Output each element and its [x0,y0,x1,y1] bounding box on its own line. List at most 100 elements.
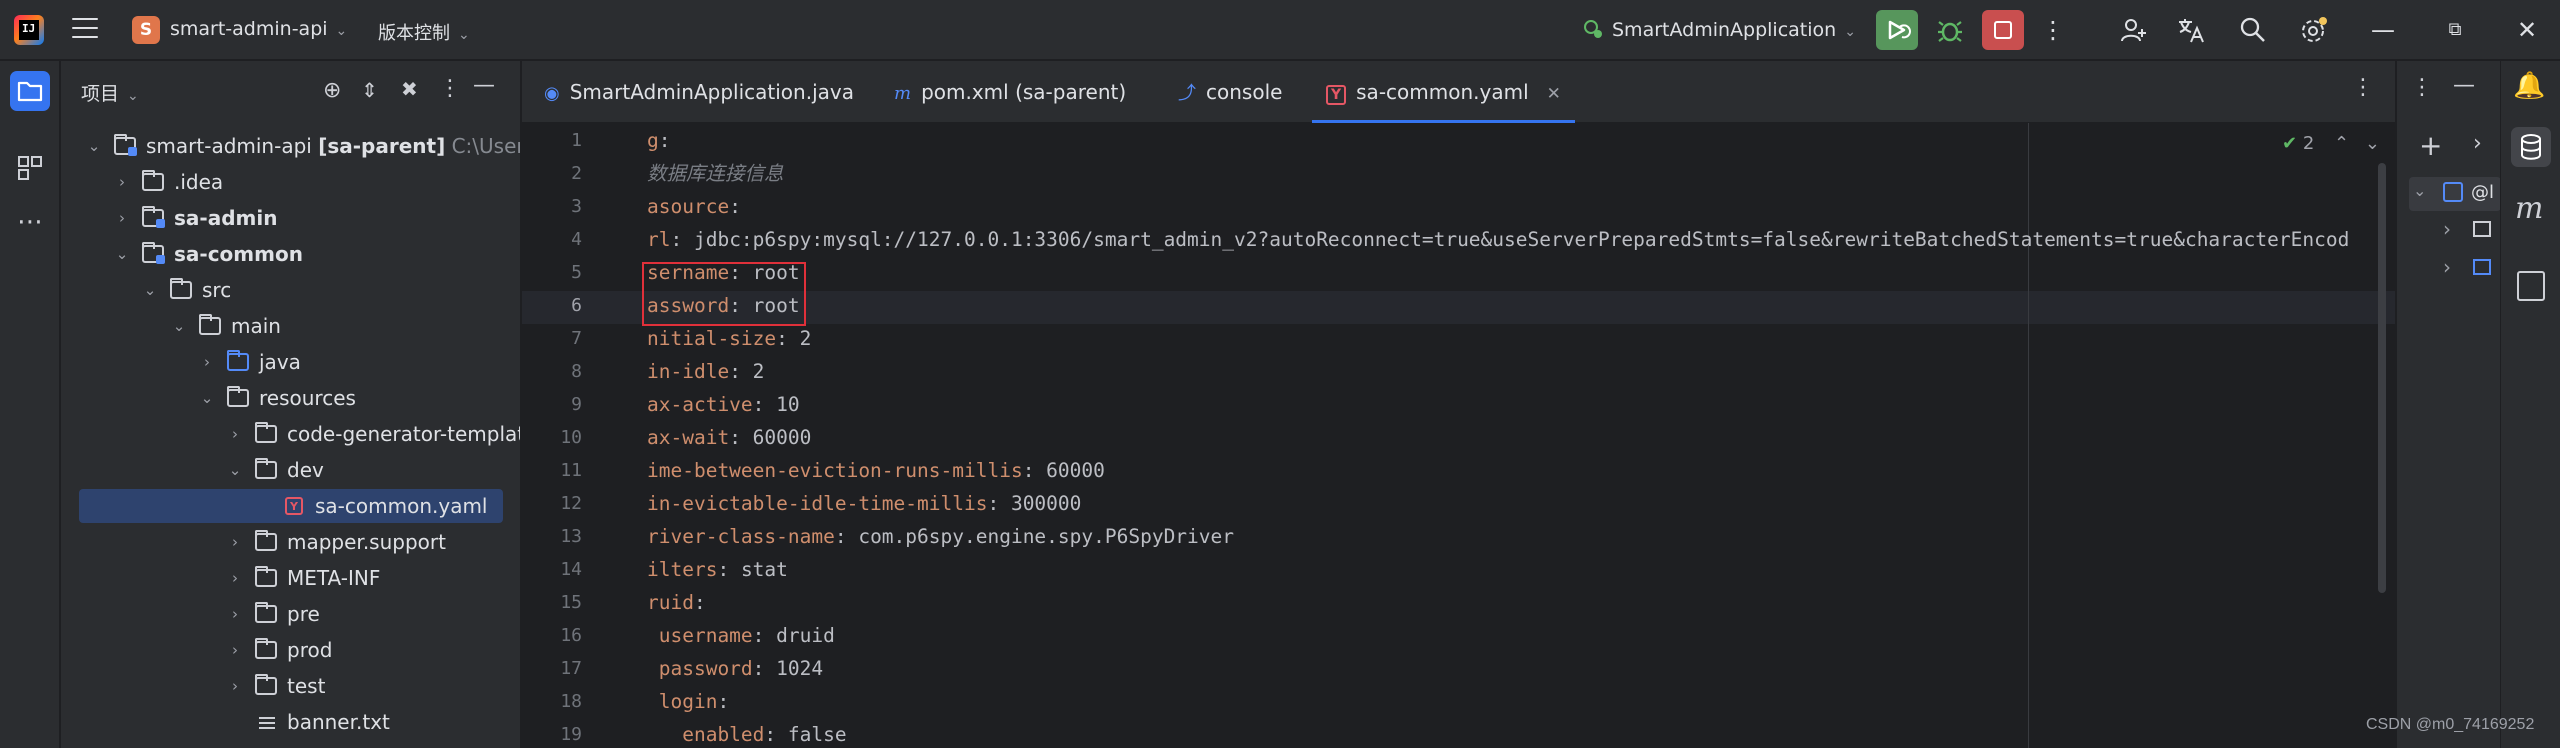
tree-item-src[interactable]: ⌄ src [61,272,520,308]
collapse-all-icon[interactable]: ✖ [401,77,418,101]
chevron-right-icon[interactable]: › [112,200,132,236]
maven-tool-icon[interactable]: m [2515,191,2543,226]
tree-item-dev[interactable]: ⌄ dev [61,452,520,488]
chevron-right-icon[interactable]: › [2443,255,2451,279]
project-badge[interactable]: S [132,16,160,44]
yaml-separator: : [670,228,694,251]
yaml-key: ax-active [647,393,753,416]
maven-icon: m [894,83,912,104]
chevron-down-icon[interactable]: ⌄ [225,452,245,488]
module-folder-icon [142,242,165,264]
minimize-icon[interactable]: — [2368,15,2398,45]
tree-item-main[interactable]: ⌄ main [61,308,520,344]
notifications-bell-icon[interactable]: 🔔 [2513,71,2545,101]
tree-item-sa-common[interactable]: ⌄ sa-common [61,236,520,272]
vcs-menu[interactable]: 版本控制 ⌄ [378,19,470,45]
ai-assistant-icon[interactable] [2517,271,2545,301]
chevron-down-icon[interactable]: ⌄ [169,308,189,344]
expand-all-icon[interactable]: ⇕ [361,78,378,102]
tab-smartadminapplication-java[interactable]: ◉ SmartAdminApplication.java [544,61,854,123]
tree-item-prod[interactable]: › prod [61,632,520,668]
tree-item-resources[interactable]: ⌄ resources [61,380,520,416]
tree-item-banner-txt[interactable]: banner.txt [61,704,520,740]
chevron-right-icon[interactable]: › [225,632,245,668]
chevron-right-icon[interactable]: › [225,416,245,452]
tab-sa-common-yaml[interactable]: Ysa-common.yaml ✕ [1312,61,1575,123]
project-tool-button[interactable] [10,71,50,111]
resources-folder-icon [227,386,249,407]
structure-tool-button[interactable] [10,147,50,187]
tree-item-sa-common-yaml[interactable]: sa-common.yaml [61,488,520,525]
tree-item-mapper-support[interactable]: › mapper.support [61,524,520,560]
left-tool-strip: ⋯ [0,61,60,748]
debug-icon[interactable] [1935,15,1965,45]
chevron-down-icon[interactable]: ⌄ [140,272,160,308]
tree-item-pre[interactable]: › pre [61,596,520,632]
chevron-right-icon[interactable]: › [225,668,245,704]
run-config-selector[interactable]: SmartAdminApplication ⌄ [1582,18,1856,41]
add-datasource-icon[interactable]: + [2419,129,2442,162]
chevron-right-icon[interactable]: › [2443,217,2451,241]
tab-options-icon[interactable]: ⋮ [2352,75,2374,100]
tree-item-sa-admin[interactable]: › sa-admin [61,200,520,236]
tree-item-java[interactable]: › java [61,344,520,380]
search-icon[interactable] [2238,15,2268,45]
datasource-row-selected[interactable]: ⌄ @l [2409,177,2500,211]
stop-button[interactable] [1982,10,2024,50]
tree-item-root[interactable]: ⌄ smart-admin-api [sa-parent] C:\Users\3… [61,128,520,164]
chevron-right-icon[interactable]: › [225,596,245,632]
hide-panel-icon[interactable]: — [2453,73,2475,98]
more-actions-icon[interactable]: ⋮ [2038,15,2068,45]
code-line: ax-wait: 60000 [647,421,811,454]
project-panel: 项目 ⌄ ⊕ ⇕ ✖ ⋮ — ⌄ smart-admin-api [sa-pare… [61,61,521,748]
chevron-down-icon[interactable]: ⌄ [197,380,217,416]
user-add-icon[interactable] [2118,15,2148,45]
tree-item-code-generator-template[interactable]: › code-generator-template [61,416,520,452]
chevron-right-icon[interactable]: › [225,560,245,596]
project-panel-header[interactable]: 项目 ⌄ [81,79,139,106]
more-tools-icon[interactable]: ⋯ [10,207,50,247]
tab-label: console [1206,80,1283,104]
restore-icon[interactable]: ⧉ [2440,15,2470,45]
locate-file-icon[interactable]: ⊕ [323,78,341,103]
yaml-key: asource [647,195,730,218]
next-highlight-icon[interactable]: ⌄ [2365,133,2380,154]
tab-label: sa-common.yaml [1356,80,1529,104]
translate-icon[interactable] [2176,15,2206,45]
database-tool-button[interactable] [2511,127,2551,167]
tree-item-test[interactable]: › test [61,668,520,704]
close-tab-icon[interactable]: ✕ [1547,84,1561,104]
main-menu-icon[interactable] [72,18,98,40]
tree-item-meta-inf[interactable]: › META-INF [61,560,520,596]
chevron-down-icon[interactable]: ⌄ [84,128,104,164]
hide-panel-icon[interactable]: — [473,73,495,98]
intellij-logo-icon[interactable]: IJ [14,15,44,45]
folder-icon [255,530,277,551]
chevron-down-icon[interactable]: ⌄ [112,236,132,272]
tab-pom-xml[interactable]: m pom.xml (sa-parent) [894,61,1126,123]
close-icon[interactable]: ✕ [2512,15,2542,45]
line-number: 2 [571,163,582,184]
line-number: 6 [571,295,582,316]
options-icon[interactable]: ⋮ [2411,75,2433,100]
settings-gear-icon[interactable] [2298,15,2328,45]
tab-console[interactable]: ⤴ console [1178,61,1282,123]
options-icon[interactable]: ⋮ [439,76,461,101]
inspection-widget[interactable]: ✔ 2 ⌃ ⌄ [2282,133,2380,154]
chevron-right-icon[interactable]: › [225,524,245,560]
vertical-scrollbar[interactable] [2378,163,2386,593]
chevron-right-icon[interactable]: › [197,344,217,380]
chevron-right-icon[interactable]: › [2473,131,2482,156]
project-switcher[interactable]: smart-admin-api ⌄ [170,18,347,40]
folder-icon [255,638,277,659]
source-folder-icon [227,350,249,371]
chevron-right-icon[interactable]: › [112,164,132,200]
yaml-separator: : [717,558,741,581]
tree-item-idea[interactable]: › .idea [61,164,520,200]
rerun-button[interactable] [1876,10,1918,50]
previous-highlight-icon[interactable]: ⌃ [2334,133,2349,154]
yaml-value: false [787,723,847,746]
tree-item-label: sa-common [174,242,303,266]
code-editor[interactable]: 1 2 3 4 5 6 7 8 9 10 11 12 13 14 15 16 17 18 19 g: 数据库连接信息 a… [522,123,2395,748]
line-number: 15 [560,592,582,613]
